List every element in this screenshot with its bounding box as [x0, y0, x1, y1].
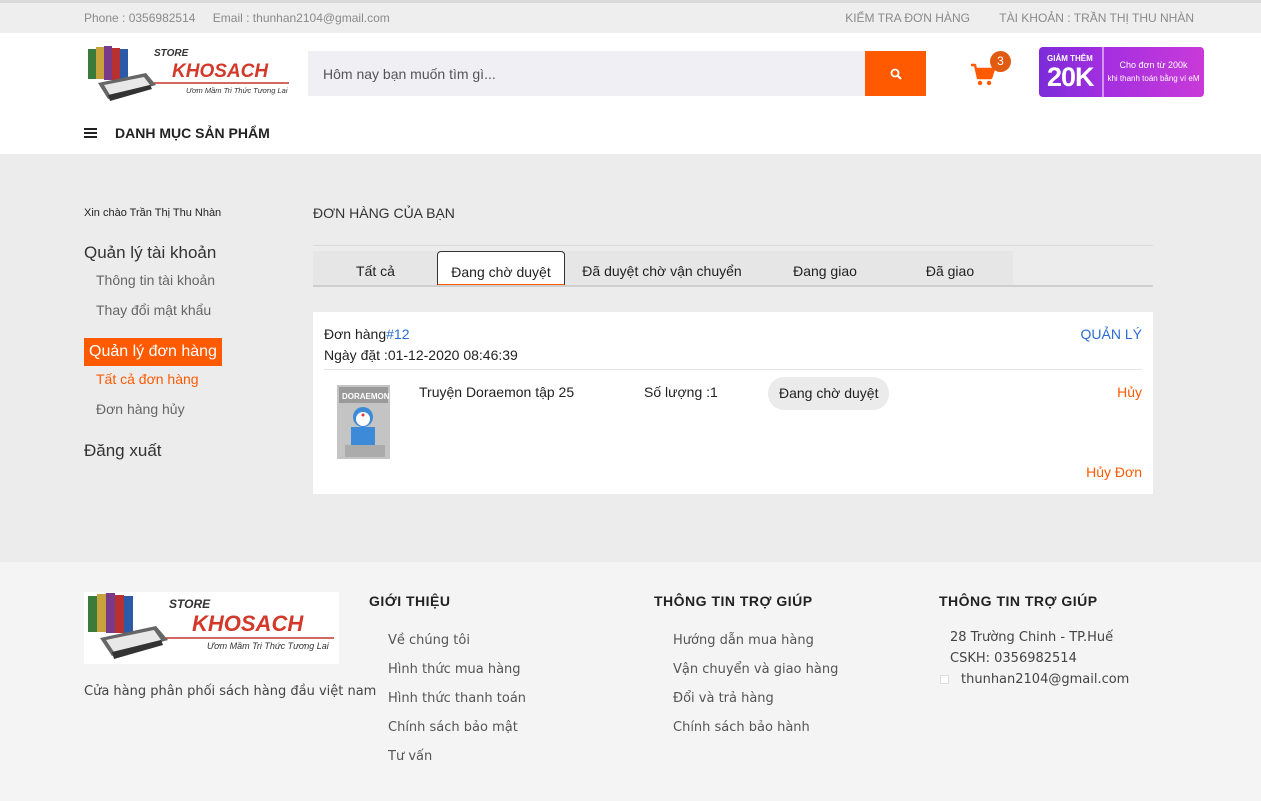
- order-id: Đơn hàng#12: [324, 326, 409, 342]
- site-logo[interactable]: STORE KHOSACH Ươm Mầm Tri Thức Tương Lai: [84, 43, 294, 105]
- order-number[interactable]: #12: [386, 326, 409, 342]
- manage-order-link[interactable]: QUẢN LÝ: [1081, 326, 1142, 342]
- email-text: Email : thunhan2104@gmail.com: [212, 11, 390, 25]
- menu-icon: [84, 126, 97, 140]
- tab-all[interactable]: Tất cả: [313, 251, 438, 286]
- greeting-text: Xin chào Trần Thị Thu Nhàn: [84, 207, 222, 219]
- product-name[interactable]: Truyện Doraemon tập 25: [419, 384, 574, 400]
- tabs-top-divider: [313, 245, 1153, 246]
- footer-link-about-us[interactable]: Về chúng tôi: [388, 633, 470, 648]
- promo-line-1: Cho đơn từ 200k: [1119, 60, 1188, 70]
- account-link[interactable]: TÀI KHOẢN : TRẦN THỊ THU NHÀN: [999, 11, 1194, 25]
- footer-logo-store: STORE: [169, 597, 211, 611]
- search-button[interactable]: [865, 51, 926, 96]
- sidebar-order-manage[interactable]: Quản lý đơn hàng: [84, 338, 222, 366]
- promo-amount: 20K: [1047, 62, 1095, 92]
- top-links: KIỂM TRA ĐƠN HÀNG TÀI KHOẢN : TRẦN THỊ T…: [845, 11, 1194, 25]
- sidebar-account-info[interactable]: Thông tin tài khoản: [96, 272, 215, 288]
- footer-link-privacy-policy[interactable]: Chính sách bảo mật: [388, 720, 518, 735]
- check-order-link[interactable]: KIỂM TRA ĐƠN HÀNG: [845, 11, 970, 25]
- footer-link-purchase-methods[interactable]: Hình thức mua hàng: [388, 662, 521, 677]
- footer-phone: CSKH: 0356982514: [950, 651, 1077, 666]
- order-divider: [324, 369, 1142, 370]
- cancel-item-link[interactable]: Hủy: [1117, 384, 1142, 400]
- footer-logo-slogan: Ươm Mầm Tri Thức Tương Lai: [207, 641, 330, 651]
- footer-link-warranty[interactable]: Chính sách bảo hành: [673, 720, 810, 735]
- tab-shipping[interactable]: Đang giao: [763, 251, 887, 286]
- footer-logo-name: KHOSACH: [192, 611, 304, 636]
- svg-text:Ươm Mầm Tri Thức Tương Lai: Ươm Mầm Tri Thức Tương Lai: [186, 86, 288, 95]
- footer-address: 28 Trường Chinh - TP.Huế: [950, 630, 1114, 645]
- promo-line-2: khi thanh toán bằng ví eM: [1107, 74, 1200, 83]
- footer-link-shipping[interactable]: Vận chuyển và giao hàng: [673, 662, 838, 677]
- book-cover-image[interactable]: DORAEMON: [337, 385, 390, 459]
- footer: STORE KHOSACH Ươm Mầm Tri Thức Tương Lai…: [0, 562, 1261, 801]
- tabs-bottom-border: [313, 285, 1153, 287]
- svg-text:KHOSACH: KHOSACH: [172, 61, 269, 82]
- cancel-order-link[interactable]: Hủy Đơn: [1086, 464, 1142, 480]
- search-bar: [308, 51, 926, 96]
- product-quantity: Số lượng :1: [644, 384, 718, 400]
- contact-info: Phone : 0356982514 Email : thunhan2104@g…: [84, 11, 390, 25]
- footer-logo[interactable]: STORE KHOSACH Ươm Mầm Tri Thức Tương Lai: [84, 592, 339, 664]
- sidebar-all-orders[interactable]: Tất cả đơn hàng: [96, 371, 199, 387]
- sidebar-account-manage[interactable]: Quản lý tài khoản: [84, 243, 216, 263]
- order-date: Ngày đặt :01-12-2020 08:46:39: [324, 347, 518, 363]
- promo-divider: [1102, 47, 1104, 97]
- search-icon: [890, 68, 902, 80]
- footer-link-returns[interactable]: Đổi và trả hàng: [673, 691, 774, 706]
- footer-link-buying-guide[interactable]: Hướng dẫn mua hàng: [673, 633, 814, 648]
- mail-icon: [940, 675, 949, 684]
- status-badge: Đang chờ duyệt: [768, 377, 890, 410]
- footer-link-payment-methods[interactable]: Hình thức thanh toán: [388, 691, 526, 706]
- order-status-tabs: Tất cả Đang chờ duyệt Đã duyệt chờ vận c…: [313, 251, 1013, 286]
- tab-approved[interactable]: Đã duyệt chờ vận chuyển: [569, 251, 755, 286]
- cart-count-badge: 3: [990, 51, 1011, 72]
- category-label: DANH MỤC SẢN PHẨM: [115, 125, 270, 141]
- promo-banner[interactable]: GIẢM THÊM 20K Cho đơn từ 200k khi thanh …: [1039, 47, 1204, 97]
- footer-link-consulting[interactable]: Tư vấn: [388, 749, 432, 764]
- sidebar-cancelled-orders[interactable]: Đơn hàng hủy: [96, 401, 185, 417]
- svg-text:STORE: STORE: [154, 48, 189, 59]
- cart-button[interactable]: 3: [970, 51, 1011, 91]
- cover-title-text: DORAEMON: [342, 392, 390, 401]
- tab-pending[interactable]: Đang chờ duyệt: [437, 251, 565, 286]
- footer-about-title: GIỚI THIỆU: [369, 593, 451, 609]
- footer-contact-title: THÔNG TIN TRỢ GIÚP: [939, 593, 1098, 609]
- search-input[interactable]: [308, 51, 865, 96]
- sidebar-logout[interactable]: Đăng xuất: [84, 441, 162, 461]
- order-card: Đơn hàng#12 Ngày đặt :01-12-2020 08:46:3…: [313, 312, 1153, 494]
- header: STORE KHOSACH Ươm Mầm Tri Thức Tương Lai…: [0, 33, 1261, 154]
- top-bar: Phone : 0356982514 Email : thunhan2104@g…: [0, 0, 1261, 33]
- tab-delivered[interactable]: Đã giao: [888, 251, 1012, 286]
- phone-text: Phone : 0356982514: [84, 11, 196, 25]
- category-menu[interactable]: DANH MỤC SẢN PHẨM: [84, 125, 270, 141]
- footer-description: Cửa hàng phân phối sách hàng đầu việt na…: [84, 684, 377, 699]
- sidebar-change-password[interactable]: Thay đổi mật khẩu: [96, 302, 211, 318]
- order-label: Đơn hàng: [324, 326, 387, 342]
- page-title: ĐƠN HÀNG CỦA BẠN: [313, 205, 455, 221]
- footer-help-title: THÔNG TIN TRỢ GIÚP: [654, 593, 813, 609]
- footer-email[interactable]: thunhan2104@gmail.com: [961, 672, 1129, 687]
